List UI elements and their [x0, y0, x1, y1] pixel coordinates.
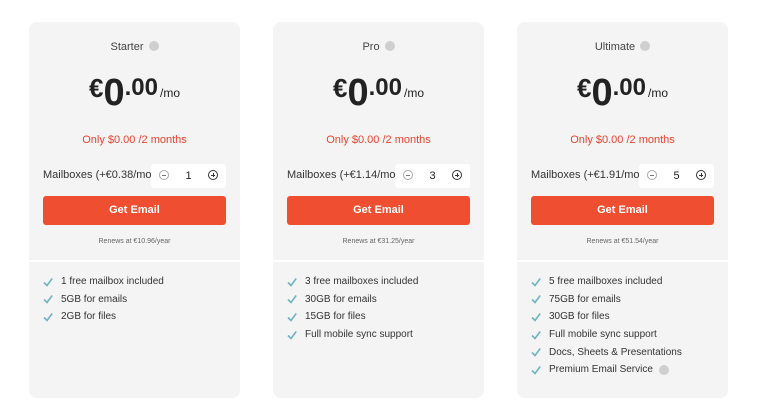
check-icon: [531, 348, 541, 357]
check-icon: [43, 313, 53, 322]
price-currency: €: [577, 73, 592, 103]
feature-label: 30GB for emails: [305, 293, 377, 305]
card-divider: [517, 260, 728, 262]
info-icon[interactable]: [148, 41, 159, 51]
price-period: /mo: [647, 86, 668, 100]
mailbox-row: Mailboxes (+€1.91/mo) 5: [531, 164, 714, 188]
price-whole: 0: [591, 72, 613, 114]
feature-item: 2GB for files: [43, 308, 230, 326]
feature-label: 1 free mailbox included: [61, 276, 164, 288]
feature-label: 5 free mailboxes included: [549, 276, 663, 288]
plan-header: Ultimate: [517, 41, 728, 53]
info-icon[interactable]: [640, 41, 651, 51]
promo-text: Only $0.00 /2 months: [326, 134, 431, 146]
feature-item: 75GB for emails: [531, 291, 718, 309]
mailbox-row: Mailboxes (+€0.38/mo) 1: [43, 164, 226, 188]
feature-item: Premium Email Service: [531, 361, 718, 379]
feature-label: 2GB for files: [61, 311, 117, 323]
plan-card-pro: Pro €0.00/mo Only $0.00 /2 months Mailbo…: [273, 22, 484, 398]
get-email-button[interactable]: Get Email: [43, 196, 226, 225]
plan-name: Starter: [110, 41, 144, 53]
promo-text: Only $0.00 /2 months: [82, 134, 187, 146]
feature-label: 5GB for emails: [61, 293, 128, 305]
price-decimal: .00: [124, 74, 158, 101]
plus-circle-icon[interactable]: [452, 170, 462, 180]
feature-label: 15GB for files: [305, 311, 366, 323]
plan-card-ultimate: Ultimate €0.00/mo Only $0.00 /2 months M…: [517, 22, 728, 398]
check-icon: [287, 295, 297, 305]
feature-label: Premium Email Service: [549, 364, 653, 376]
feature-item: 3 free mailboxes included: [287, 273, 474, 291]
pricing-plans: Starter €0.00/mo Only $0.00 /2 months Ma…: [0, 0, 768, 410]
get-email-button[interactable]: Get Email: [287, 196, 470, 225]
promo-text: Only $0.00 /2 months: [570, 134, 675, 146]
feature-item: Full mobile sync support: [531, 326, 718, 344]
get-email-button[interactable]: Get Email: [531, 196, 714, 225]
mailbox-label: Mailboxes (+€0.38/mo): [43, 169, 156, 181]
price-decimal: .00: [368, 74, 402, 101]
check-icon: [531, 295, 541, 305]
plus-circle-icon[interactable]: [696, 170, 706, 180]
card-divider: [273, 260, 484, 262]
feature-label: Full mobile sync support: [549, 329, 657, 341]
feature-list: 5 free mailboxes included 75GB for email…: [531, 273, 718, 379]
quantity-stepper: 1: [151, 164, 226, 188]
feature-item: 5GB for emails: [43, 291, 230, 309]
check-icon: [531, 365, 541, 375]
feature-label: Docs, Sheets & Presentations: [549, 346, 682, 358]
price-whole: 0: [347, 72, 369, 114]
feature-label: 75GB for emails: [549, 293, 621, 305]
mailbox-row: Mailboxes (+€1.14/mo) 3: [287, 164, 470, 188]
feature-item: Full mobile sync support: [287, 326, 474, 344]
plan-header: Pro: [273, 41, 484, 53]
renewal-text: Renews at €10.96/year: [98, 238, 171, 245]
check-icon: [531, 313, 541, 322]
check-icon: [287, 313, 297, 322]
feature-item: 5 free mailboxes included: [531, 273, 718, 291]
card-divider: [29, 260, 240, 262]
feature-label: Full mobile sync support: [305, 329, 413, 341]
plus-circle-icon[interactable]: [208, 170, 218, 180]
check-icon: [531, 277, 541, 287]
feature-item: 30GB for files: [531, 308, 718, 326]
feature-list: 3 free mailboxes included 30GB for email…: [287, 273, 474, 343]
plan-header: Starter: [29, 41, 240, 53]
mailbox-label: Mailboxes (+€1.14/mo): [287, 169, 400, 181]
mailbox-label: Mailboxes (+€1.91/mo): [531, 169, 644, 181]
price-whole: 0: [103, 72, 125, 114]
price-currency: €: [333, 73, 348, 103]
feature-label: 3 free mailboxes included: [305, 276, 419, 288]
check-icon: [287, 277, 297, 287]
plan-price: €0.00/mo: [273, 72, 484, 115]
renewal-text: Renews at €51.54/year: [586, 238, 659, 245]
check-icon: [531, 330, 541, 340]
check-icon: [43, 277, 53, 287]
feature-item: 30GB for emails: [287, 291, 474, 309]
feature-list: 1 free mailbox included 5GB for emails 2…: [43, 273, 230, 326]
price-currency: €: [89, 73, 104, 103]
price-decimal: .00: [612, 74, 646, 101]
feature-item: Docs, Sheets & Presentations: [531, 343, 718, 361]
price-period: /mo: [403, 86, 424, 100]
plan-price: €0.00/mo: [29, 72, 240, 115]
renewal-text: Renews at €31.25/year: [342, 238, 415, 245]
plan-card-starter: Starter €0.00/mo Only $0.00 /2 months Ma…: [29, 22, 240, 398]
quantity-stepper: 3: [395, 164, 470, 188]
check-icon: [287, 330, 297, 340]
feature-label: 30GB for files: [549, 311, 610, 323]
plan-price: €0.00/mo: [517, 72, 728, 115]
quantity-stepper: 5: [639, 164, 714, 188]
price-period: /mo: [159, 86, 180, 100]
feature-item: 15GB for files: [287, 308, 474, 326]
plan-name: Ultimate: [594, 41, 636, 53]
feature-item: 1 free mailbox included: [43, 273, 230, 291]
plan-name: Pro: [362, 41, 380, 53]
check-icon: [43, 295, 53, 305]
info-icon[interactable]: [658, 364, 669, 375]
info-icon[interactable]: [384, 41, 395, 51]
